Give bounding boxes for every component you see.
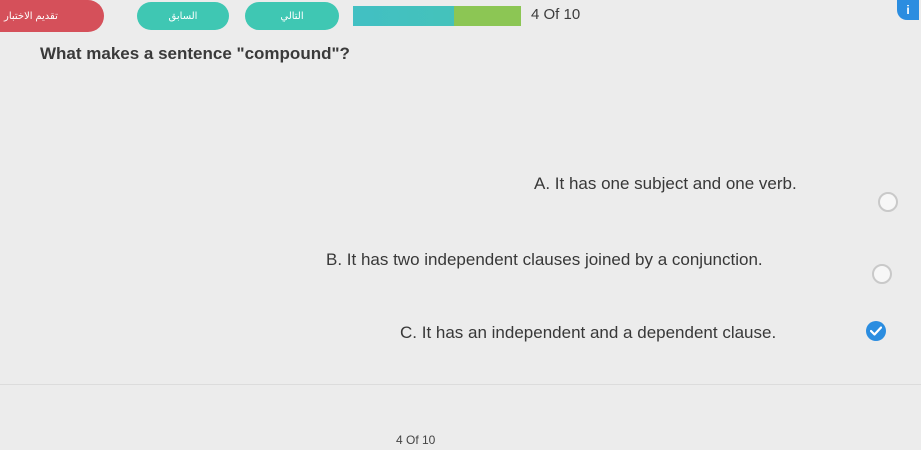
option-b[interactable]: B. It has two independent clauses joined… [326,250,763,270]
question-counter: 4 Of 10 [531,6,581,23]
info-icon[interactable]: i [897,0,919,20]
next-button[interactable]: التالي [245,2,339,30]
footer-question-counter: 4 Of 10 [396,433,436,447]
option-c[interactable]: C. It has an independent and a dependent… [400,323,776,343]
option-b-radio[interactable] [872,264,892,284]
checkmark-icon [870,326,882,336]
option-a-label: A. It has one subject and one verb. [534,174,797,193]
submit-exam-label: تقديم الاختبار [4,10,58,22]
option-a[interactable]: A. It has one subject and one verb. [534,174,797,194]
next-button-label: التالي [280,10,304,22]
question-text: What makes a sentence "compound"? [40,44,350,63]
previous-button[interactable]: السابق [137,2,229,30]
option-b-label: B. It has two independent clauses joined… [326,250,763,269]
progress-bar-fill [353,6,521,26]
option-c-label: C. It has an independent and a dependent… [400,323,777,342]
option-a-radio[interactable] [878,192,898,212]
previous-button-label: السابق [168,10,198,22]
submit-exam-button[interactable]: تقديم الاختبار [0,0,104,32]
progress-bar [353,6,521,26]
divider [0,384,921,385]
option-c-radio[interactable] [866,321,886,341]
top-bar: تقديم الاختبار السابق التالي 4 Of 10 i [0,0,921,34]
